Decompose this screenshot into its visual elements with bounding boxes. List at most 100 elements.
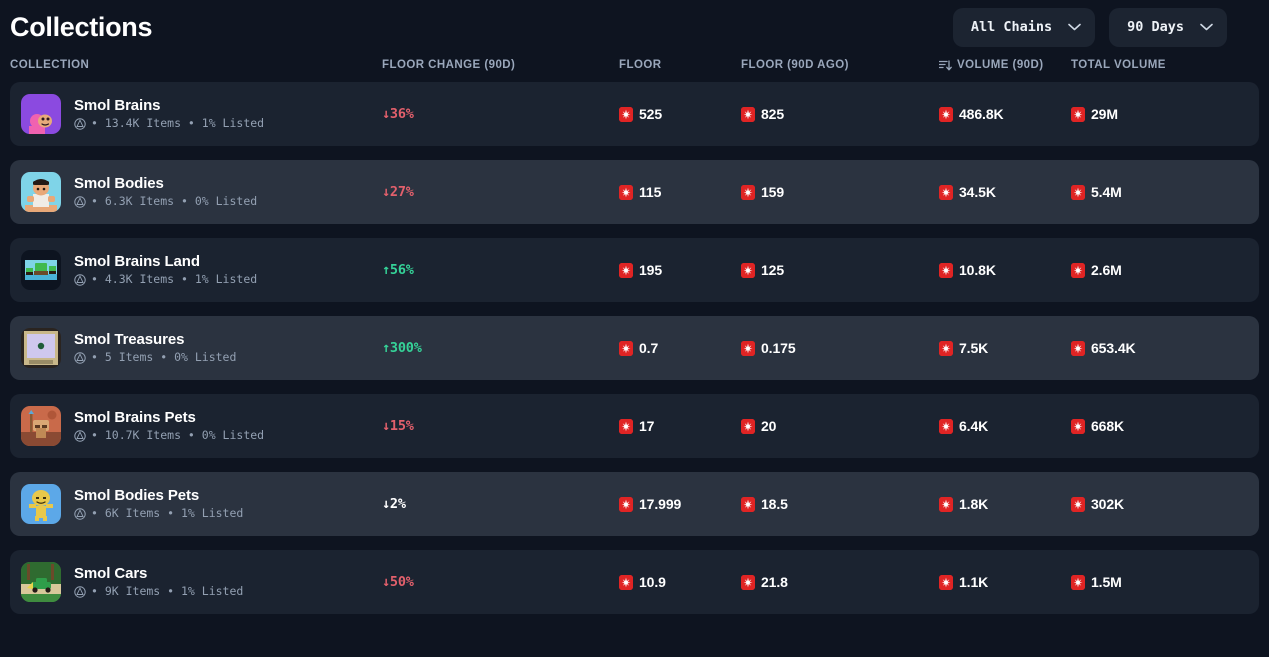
magic-token-icon xyxy=(939,340,953,356)
collection-meta: • 13.4K Items • 1% Listed xyxy=(74,117,264,130)
floor-90d-ago-cell: 825 xyxy=(741,106,939,122)
chain-icon xyxy=(74,508,86,520)
floor-cell: 0.7 xyxy=(619,340,741,356)
volume-90d-cell: 7.5K xyxy=(939,340,1071,356)
column-label: COLLECTION xyxy=(10,59,90,71)
total-volume-value: 1.5M xyxy=(1091,574,1122,590)
magic-token-icon xyxy=(619,574,633,590)
magic-token-icon xyxy=(619,496,633,512)
volume-90d-cell: 1.1K xyxy=(939,574,1071,590)
chain-icon xyxy=(74,586,86,598)
floor-value: 525 xyxy=(639,106,663,122)
chain-filter-dropdown[interactable]: All Chains xyxy=(952,7,1096,47)
floor-90d-ago-value: 0.175 xyxy=(761,340,796,356)
collection-cell[interactable]: Smol Bodies • 6.3K Items • 0% Listed xyxy=(10,172,382,212)
magic-token-icon xyxy=(741,184,755,200)
collection-meta-text: • 5 Items • 0% Listed xyxy=(91,350,237,365)
magic-token-icon xyxy=(619,340,633,356)
column-header-volume-90d[interactable]: VOLUME (90D) xyxy=(938,59,1071,71)
floor-change-cell: ↓15% xyxy=(382,418,619,434)
table-header-row: COLLECTION FLOOR CHANGE (90D) FLOOR FLOO… xyxy=(10,48,1259,82)
total-volume-cell: 29M xyxy=(1071,106,1259,122)
column-label: FLOOR CHANGE (90D) xyxy=(382,59,516,71)
collections-table: COLLECTION FLOOR CHANGE (90D) FLOOR FLOO… xyxy=(0,48,1269,614)
volume-90d-value: 10.8K xyxy=(959,262,996,278)
total-volume-cell: 653.4K xyxy=(1071,340,1259,356)
column-header-floor[interactable]: FLOOR xyxy=(619,59,741,71)
collection-text: Smol Brains Pets • 10.7K Items • 0% List… xyxy=(74,408,264,442)
magic-token-icon xyxy=(619,418,633,434)
table-row[interactable]: Smol Brains Pets • 10.7K Items • 0% List… xyxy=(10,394,1259,458)
volume-90d-value: 6.4K xyxy=(959,418,989,434)
volume-90d-value: 1.8K xyxy=(959,496,989,512)
table-row[interactable]: Smol Bodies Pets • 6K Items • 1% Listed … xyxy=(10,472,1259,536)
magic-token-icon xyxy=(741,106,755,122)
floor-change-value: ↓15% xyxy=(382,418,414,434)
table-row[interactable]: Smol Cars • 9K Items • 1% Listed ↓50% 10… xyxy=(10,550,1259,614)
collection-meta-text: • 6K Items • 1% Listed xyxy=(91,506,244,521)
column-label: VOLUME (90D) xyxy=(957,59,1044,71)
table-row[interactable]: Smol Brains Land • 4.3K Items • 1% Liste… xyxy=(10,238,1259,302)
period-filter-label: 90 Days xyxy=(1127,19,1184,35)
chain-icon xyxy=(74,274,86,286)
magic-token-icon xyxy=(1071,106,1085,122)
magic-token-icon xyxy=(1071,418,1085,434)
collection-name: Smol Treasures xyxy=(74,330,185,348)
chain-filter-label: All Chains xyxy=(970,19,1053,35)
collection-text: Smol Brains Land • 4.3K Items • 1% Liste… xyxy=(74,253,257,286)
table-row[interactable]: Smol Treasures • 5 Items • 0% Listed ↑30… xyxy=(10,316,1259,380)
column-label: FLOOR (90D AGO) xyxy=(741,59,849,71)
magic-token-icon xyxy=(939,496,953,512)
chevron-down-icon xyxy=(1200,23,1213,31)
table-row[interactable]: Smol Brains • 13.4K Items • 1% Listed ↓3… xyxy=(10,82,1259,146)
magic-token-icon xyxy=(741,418,755,434)
column-header-floor-change[interactable]: FLOOR CHANGE (90D) xyxy=(382,59,619,71)
floor-change-value: ↓36% xyxy=(382,106,414,122)
floor-90d-ago-value: 20 xyxy=(761,418,777,434)
period-filter-dropdown[interactable]: 90 Days xyxy=(1109,7,1227,47)
collection-meta: • 5 Items • 0% Listed xyxy=(74,351,236,364)
total-volume-cell: 2.6M xyxy=(1071,262,1259,278)
total-volume-cell: 302K xyxy=(1071,496,1259,512)
floor-value: 17 xyxy=(639,418,655,434)
column-header-total-volume[interactable]: TOTAL VOLUME xyxy=(1071,59,1259,71)
collection-name: Smol Brains Pets xyxy=(74,408,196,426)
collection-meta: • 4.3K Items • 1% Listed xyxy=(74,273,257,286)
collection-name: Smol Bodies xyxy=(74,174,164,192)
collection-cell[interactable]: Smol Cars • 9K Items • 1% Listed xyxy=(10,562,382,602)
column-header-floor-90d-ago[interactable]: FLOOR (90D AGO) xyxy=(741,59,939,71)
smol-treasures-avatar xyxy=(21,328,61,368)
magic-token-icon xyxy=(939,262,953,278)
volume-90d-cell: 10.8K xyxy=(939,262,1071,278)
floor-cell: 17 xyxy=(619,418,741,434)
sort-descending-icon xyxy=(938,59,952,71)
volume-90d-cell: 486.8K xyxy=(939,106,1071,122)
floor-value: 17.999 xyxy=(639,496,682,512)
total-volume-value: 668K xyxy=(1091,418,1125,434)
magic-token-icon xyxy=(741,496,755,512)
magic-token-icon xyxy=(939,184,953,200)
collection-text: Smol Brains • 13.4K Items • 1% Listed xyxy=(74,97,264,130)
column-header-collection[interactable]: COLLECTION xyxy=(10,59,382,71)
floor-value: 0.7 xyxy=(639,340,659,356)
column-label: FLOOR xyxy=(619,59,662,71)
collection-cell[interactable]: Smol Brains Pets • 10.7K Items • 0% List… xyxy=(10,406,382,446)
magic-token-icon xyxy=(741,262,755,278)
collection-meta: • 9K Items • 1% Listed xyxy=(74,585,243,598)
floor-90d-ago-value: 159 xyxy=(761,184,785,200)
floor-change-cell: ↓2% xyxy=(382,496,619,512)
collection-text: Smol Bodies Pets • 6K Items • 1% Listed xyxy=(74,486,244,521)
floor-change-cell: ↓36% xyxy=(382,106,619,122)
magic-token-icon xyxy=(741,340,755,356)
table-row[interactable]: Smol Bodies • 6.3K Items • 0% Listed ↓27… xyxy=(10,160,1259,224)
magic-token-icon xyxy=(741,574,755,590)
volume-90d-value: 486.8K xyxy=(959,106,1004,122)
page-title: Collections xyxy=(10,11,153,42)
collection-cell[interactable]: Smol Brains • 13.4K Items • 1% Listed xyxy=(10,94,382,134)
collection-cell[interactable]: Smol Bodies Pets • 6K Items • 1% Listed xyxy=(10,484,382,524)
floor-cell: 115 xyxy=(619,184,741,200)
floor-90d-ago-value: 125 xyxy=(761,262,785,278)
collection-name: Smol Bodies Pets xyxy=(74,486,200,504)
collection-cell[interactable]: Smol Brains Land • 4.3K Items • 1% Liste… xyxy=(10,250,382,290)
collection-cell[interactable]: Smol Treasures • 5 Items • 0% Listed xyxy=(10,328,382,368)
